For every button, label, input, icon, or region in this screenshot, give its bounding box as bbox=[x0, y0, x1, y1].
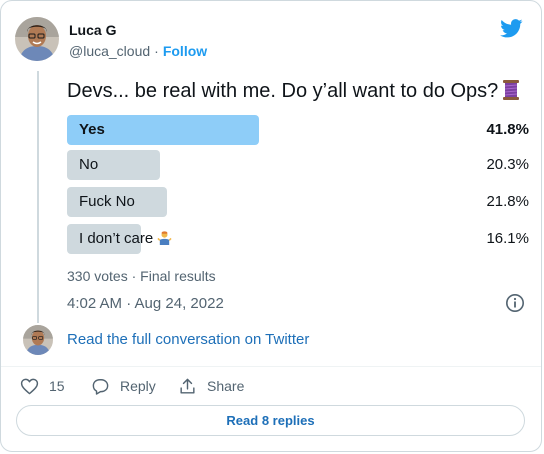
poll-label-dont-care: I don’t care bbox=[79, 230, 154, 247]
thread-spool-icon bbox=[503, 80, 520, 100]
thread-line bbox=[37, 71, 39, 323]
twitter-bird-icon[interactable] bbox=[500, 19, 523, 38]
poll-label-dont-care-row: I don’t care bbox=[79, 230, 172, 247]
poll-percent-fuck-no: 21.8% bbox=[486, 193, 529, 210]
avatar-photo-icon bbox=[23, 325, 53, 355]
like-count: 15 bbox=[49, 378, 65, 394]
tweet-timestamp[interactable]: 4:02 AM · Aug 24, 2022 bbox=[67, 295, 224, 312]
heart-icon bbox=[20, 378, 39, 394]
reply-bubble-icon bbox=[92, 378, 109, 395]
author-avatar[interactable] bbox=[15, 17, 59, 61]
poll-option-no: No 20.3% bbox=[67, 150, 529, 180]
person-shrugging-icon bbox=[157, 231, 172, 245]
follow-button[interactable]: Follow bbox=[163, 43, 207, 59]
poll-meta-separator: · bbox=[131, 268, 137, 284]
author-handle-row: @luca_cloud · Follow bbox=[69, 43, 207, 59]
poll-votes: 330 votes bbox=[67, 268, 128, 284]
poll-label-no: No bbox=[79, 156, 99, 173]
poll-percent-dont-care: 16.1% bbox=[486, 230, 529, 247]
avatar-photo-icon bbox=[15, 17, 59, 61]
tweet-text: Devs... be real with me. Do y’all want t… bbox=[67, 80, 499, 102]
reply-button[interactable]: Reply bbox=[91, 375, 156, 397]
conversation-avatar[interactable] bbox=[23, 325, 53, 355]
poll-meta: 330 votes · Final results bbox=[67, 268, 216, 284]
author-handle[interactable]: @luca_cloud bbox=[69, 43, 150, 59]
poll-option-yes: Yes 41.8% bbox=[67, 115, 529, 145]
share-icon bbox=[180, 378, 195, 394]
poll-percent-yes: 41.8% bbox=[486, 121, 529, 138]
poll-label-fuck-no: Fuck No bbox=[79, 193, 135, 210]
tweet-text-row: Devs... be real with me. Do y’all want t… bbox=[67, 78, 520, 104]
tweet-embed-card: Luca G @luca_cloud · Follow Devs... be rea… bbox=[0, 0, 542, 452]
reply-label: Reply bbox=[120, 378, 156, 394]
handle-separator: · bbox=[154, 43, 159, 59]
like-button[interactable]: 15 bbox=[20, 375, 65, 397]
read-replies-button[interactable]: Read 8 replies bbox=[16, 405, 525, 436]
divider bbox=[1, 366, 541, 367]
poll-percent-no: 20.3% bbox=[486, 156, 529, 173]
share-label: Share bbox=[207, 378, 245, 394]
info-icon[interactable] bbox=[505, 293, 525, 313]
poll-status: Final results bbox=[140, 268, 216, 284]
share-button[interactable]: Share bbox=[178, 375, 244, 397]
read-full-conversation-link[interactable]: Read the full conversation on Twitter bbox=[67, 331, 309, 348]
poll-option-fuck-no: Fuck No 21.8% bbox=[67, 187, 529, 217]
poll-option-dont-care: I don’t care 16.1% bbox=[67, 224, 529, 254]
poll-label-yes: Yes bbox=[79, 121, 105, 138]
author-name[interactable]: Luca G bbox=[69, 22, 116, 38]
